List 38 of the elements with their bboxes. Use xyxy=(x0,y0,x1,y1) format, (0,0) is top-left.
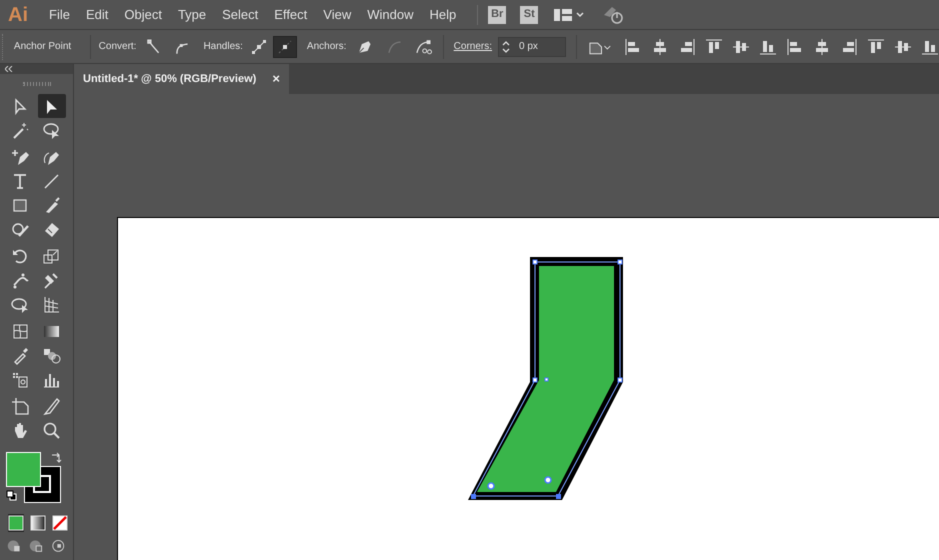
align-right-icon[interactable] xyxy=(678,38,696,56)
draw-mode-icon[interactable] xyxy=(6,538,22,552)
draw-inside-icon[interactable] xyxy=(50,538,67,552)
collapse-icon[interactable] xyxy=(5,66,13,72)
color-mode-icon[interactable] xyxy=(8,514,24,532)
stepper-icon[interactable] xyxy=(501,38,512,54)
none-mode-icon[interactable] xyxy=(52,514,68,532)
app-button[interactable]: St xyxy=(520,6,538,24)
anchors-label: Anchors: xyxy=(306,40,346,54)
menu-item[interactable]: Object xyxy=(117,4,169,24)
tool-name: Anchor Point xyxy=(14,40,72,54)
fill-stroke-swatches[interactable] xyxy=(6,452,61,503)
document-tab[interactable]: Untitled-1* @ 50% (RGB/Preview) × xyxy=(74,64,289,94)
menu-item[interactable]: Select xyxy=(215,4,266,24)
menu-item[interactable]: Effect xyxy=(267,4,314,24)
draw-behind-icon[interactable] xyxy=(28,538,45,552)
sync-icon[interactable] xyxy=(602,4,624,24)
convert-label: Convert: xyxy=(98,40,136,54)
swap-icon[interactable] xyxy=(50,452,62,464)
menu-item[interactable]: Help xyxy=(422,4,464,24)
menu-item[interactable]: Window xyxy=(360,4,420,24)
align-top-icon[interactable] xyxy=(705,38,724,56)
menu-item[interactable]: File xyxy=(42,4,77,24)
corners-label[interactable]: Corners: xyxy=(454,39,492,54)
close-tab-button[interactable]: × xyxy=(272,69,280,89)
menu-item[interactable]: Edit xyxy=(78,4,116,24)
workspace-layout-icon[interactable] xyxy=(554,8,584,22)
app-logo: Ai xyxy=(8,4,29,24)
corners-field[interactable]: 0 px xyxy=(498,36,566,56)
gradient-mode-icon[interactable] xyxy=(30,514,46,532)
handles-label: Handles: xyxy=(203,40,243,54)
menu-item[interactable]: View xyxy=(316,4,358,24)
cut-path-icon[interactable] xyxy=(415,38,433,56)
default-colors-icon[interactable] xyxy=(6,490,17,501)
corner-point-icon[interactable] xyxy=(146,38,162,54)
hide-handles-icon[interactable] xyxy=(272,36,297,58)
menu-item[interactable]: Type xyxy=(170,4,214,24)
app-button[interactable]: Br xyxy=(488,6,506,24)
